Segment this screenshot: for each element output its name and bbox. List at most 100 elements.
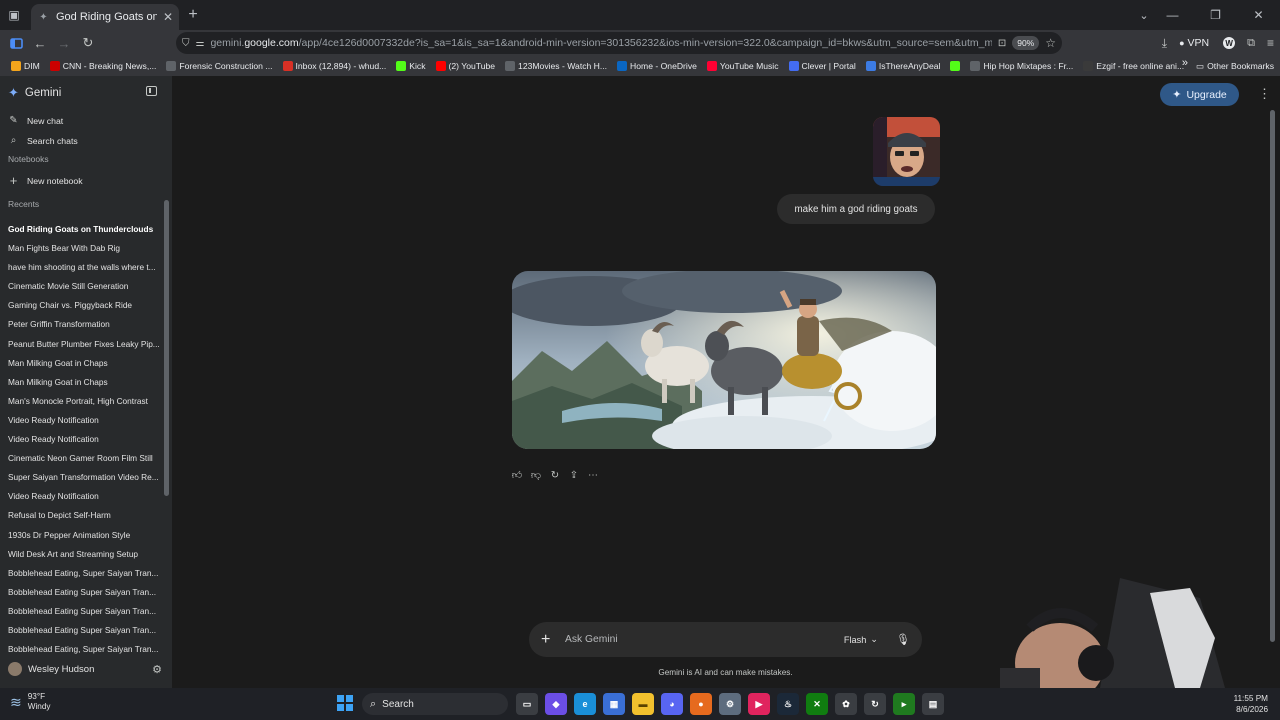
sidebar-scrollbar[interactable] xyxy=(164,200,169,496)
recent-chat-item[interactable]: Man Fights Bear With Dab Rig xyxy=(0,239,160,258)
close-tab-icon[interactable]: ✕ xyxy=(163,10,173,24)
recent-chat-item[interactable]: Video Ready Notification xyxy=(0,430,160,449)
bookmark-item[interactable]: Forensic Construction ... xyxy=(161,57,277,75)
share-icon[interactable]: ⇪ xyxy=(568,469,580,481)
new-chat-button[interactable]: ✎ New chat xyxy=(8,115,63,126)
terminal-app-icon[interactable]: ▸ xyxy=(893,693,915,715)
settings-gear-icon[interactable]: ⚙ xyxy=(152,663,162,676)
sidebar-workspace-icon[interactable] xyxy=(4,31,28,55)
recent-chat-item[interactable]: Peter Griffin Transformation xyxy=(0,315,160,334)
regenerate-icon[interactable]: ↻ xyxy=(549,469,561,481)
recent-chat-item[interactable]: Gaming Chair vs. Piggyback Ride xyxy=(0,296,160,315)
edge-icon[interactable]: e xyxy=(574,693,596,715)
zoom-badge[interactable]: 90% xyxy=(1012,36,1040,50)
system-clock[interactable]: 11:55 PM 8/6/2026 xyxy=(1234,693,1268,715)
settings-app-icon[interactable]: ⚙ xyxy=(719,693,741,715)
tab-actions-icon[interactable]: ▣ xyxy=(0,0,28,30)
more-options-icon[interactable]: ⋮ xyxy=(1258,86,1271,102)
site-info-icon[interactable]: ⛉ xyxy=(182,38,190,49)
recent-chat-item[interactable]: Man Milking Goat in Chaps xyxy=(0,373,160,392)
download-icon[interactable]: ⤓ xyxy=(1162,36,1167,51)
media-player-icon[interactable]: ▶ xyxy=(748,693,770,715)
firefox-icon[interactable]: ● xyxy=(690,693,712,715)
recent-chat-item[interactable]: Super Saiyan Transformation Video Re... xyxy=(0,468,160,487)
thumbs-up-icon[interactable]: 👍︎ xyxy=(511,469,523,481)
recent-chat-item[interactable]: have him shooting at the walls where t..… xyxy=(0,258,160,277)
bookmark-item[interactable]: IsThereAnyDeal xyxy=(861,57,946,75)
windows-start-icon[interactable] xyxy=(337,695,353,711)
recent-chat-item[interactable]: Wild Desk Art and Streaming Setup xyxy=(0,545,160,564)
uploaded-photo[interactable] xyxy=(873,117,940,186)
recent-chat-item[interactable]: Refusal to Depict Self-Harm xyxy=(0,506,160,525)
prompt-placeholder[interactable]: Ask Gemini xyxy=(565,634,844,645)
task-view-icon[interactable]: ▭ xyxy=(516,693,538,715)
account-row[interactable]: Wesley Hudson ⚙ xyxy=(0,657,172,681)
taskbar-search[interactable]: ⌕ Search xyxy=(362,693,508,715)
refresh-app-icon[interactable]: ↻ xyxy=(864,693,886,715)
bookmark-item[interactable]: YouTube Music xyxy=(702,57,784,75)
forward-icon[interactable]: → xyxy=(52,31,76,55)
browser-menu-icon[interactable]: ≡ xyxy=(1267,36,1274,50)
browser-tab-active[interactable]: ✦ God Riding Goats on Thunde ✕ xyxy=(31,4,179,30)
vpn-button[interactable]: ● VPN xyxy=(1179,37,1209,49)
recent-chat-item[interactable]: Video Ready Notification xyxy=(0,487,160,506)
recent-chat-item[interactable]: God Riding Goats on Thunderclouds xyxy=(0,220,160,239)
recent-chat-item[interactable]: Bobblehead Eating Super Saiyan Tran... xyxy=(0,602,160,621)
recent-chat-item[interactable]: Man's Monocle Portrait, High Contrast xyxy=(0,392,160,411)
prompt-input[interactable]: + Ask Gemini Flash ⌄ 🎙︎ xyxy=(529,622,922,657)
bookmark-item[interactable]: Ezgif - free online ani... xyxy=(1078,57,1189,75)
bookmark-item[interactable]: DIM xyxy=(6,57,45,75)
xbox-icon[interactable]: ✕ xyxy=(806,693,828,715)
bookmark-item[interactable]: Clever | Portal xyxy=(784,57,861,75)
bookmark-item[interactable]: CNN - Breaking News,... xyxy=(45,57,162,75)
store-icon[interactable]: ▦ xyxy=(603,693,625,715)
model-selector[interactable]: Flash ⌄ xyxy=(844,634,878,645)
bookmark-item[interactable]: (2) YouTube xyxy=(431,57,501,75)
restore-icon[interactable]: ❐ xyxy=(1194,0,1237,30)
extensions-icon[interactable]: ⧉ xyxy=(1247,37,1255,50)
search-chats-button[interactable]: ⌕ Search chats xyxy=(8,135,78,146)
steam-icon[interactable]: ♨ xyxy=(777,693,799,715)
recent-chat-item[interactable]: Bobblehead Eating Super Saiyan Tran... xyxy=(0,621,160,640)
chat-scrollbar[interactable] xyxy=(1270,110,1275,642)
recent-chat-item[interactable]: Bobblehead Eating Super Saiyan Tran... xyxy=(0,583,160,602)
bookmark-item[interactable]: Hip Hop Mixtapes : Fr... xyxy=(965,57,1078,75)
bookmarks-overflow-icon[interactable]: » xyxy=(1182,57,1188,69)
bookmark-item[interactable]: Inbox (12,894) - whud... xyxy=(278,57,392,75)
recent-chat-item[interactable]: 1930s Dr Pepper Animation Style xyxy=(0,526,160,545)
recent-chat-item[interactable]: Bobblehead Eating, Super Saiyan Tran... xyxy=(0,564,160,583)
w-extension-icon[interactable]: W xyxy=(1223,37,1236,49)
bookmark-item[interactable]: 123Movies - Watch H... xyxy=(500,57,612,75)
other-bookmarks[interactable]: ▭ Other Bookmarks xyxy=(1196,57,1274,75)
bookmark-item[interactable]: Home - OneDrive xyxy=(612,57,702,75)
reload-icon[interactable]: ↻ xyxy=(76,31,100,55)
discord-icon[interactable]: ◕ xyxy=(661,693,683,715)
upgrade-button[interactable]: ✦ Upgrade xyxy=(1160,83,1239,106)
recent-chat-item[interactable]: Video Ready Notification xyxy=(0,411,160,430)
install-app-icon[interactable]: ⊡ xyxy=(998,38,1006,49)
recent-chat-item[interactable]: Cinematic Neon Gamer Room Film Still xyxy=(0,449,160,468)
recent-chat-item[interactable]: Peanut Butter Plumber Fixes Leaky Pip... xyxy=(0,335,160,354)
collapse-sidebar-icon[interactable] xyxy=(146,86,157,96)
gemini-logo[interactable]: ✦ Gemini xyxy=(8,85,61,101)
gear-app-icon[interactable]: ✿ xyxy=(835,693,857,715)
bookmark-item[interactable] xyxy=(945,57,965,75)
add-attachment-icon[interactable]: + xyxy=(541,631,559,649)
weather-widget[interactable]: ≋ 93°F Windy xyxy=(10,692,50,712)
bookmark-star-icon[interactable]: ☆ xyxy=(1045,36,1056,50)
microphone-icon[interactable]: 🎙︎ xyxy=(896,633,910,646)
recent-chat-item[interactable]: Man Milking Goat in Chaps xyxy=(0,354,160,373)
new-notebook-button[interactable]: + New notebook xyxy=(8,173,83,188)
close-window-icon[interactable]: ✕ xyxy=(1237,0,1280,30)
more-actions-icon[interactable]: ⋯ xyxy=(587,469,599,481)
new-tab-button[interactable]: + xyxy=(179,6,207,24)
bookmark-item[interactable]: Kick xyxy=(391,57,430,75)
minimize-icon[interactable]: — xyxy=(1151,0,1194,30)
recent-chat-item[interactable]: Cinematic Movie Still Generation xyxy=(0,277,160,296)
notepad-app-icon[interactable]: ▤ xyxy=(922,693,944,715)
file-explorer-icon[interactable]: ▬ xyxy=(632,693,654,715)
copilot-icon[interactable]: ◆ xyxy=(545,693,567,715)
tune-icon[interactable]: ⚌ xyxy=(196,38,205,49)
generated-image[interactable] xyxy=(512,271,936,449)
back-icon[interactable]: ← xyxy=(28,31,52,55)
